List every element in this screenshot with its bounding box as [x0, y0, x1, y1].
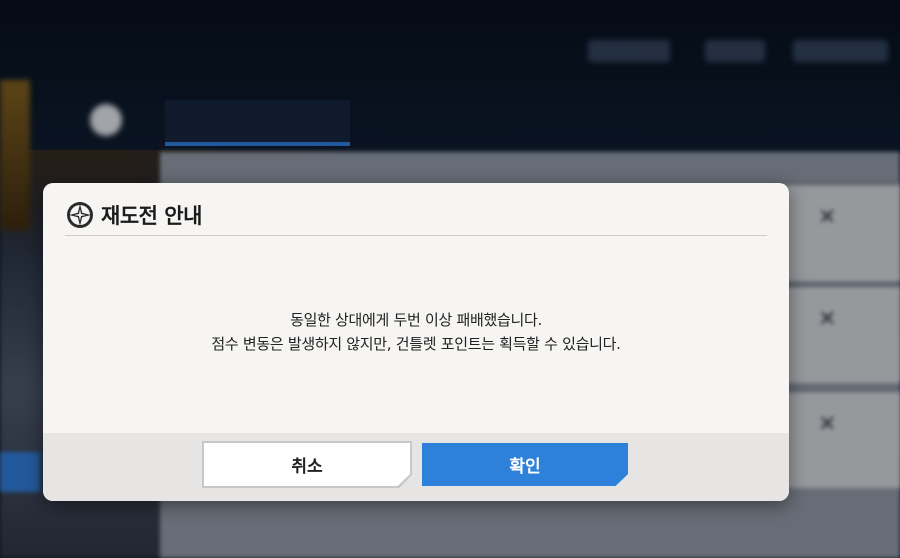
dialog-message: 동일한 상대에게 두번 이상 패배했습니다. 점수 변동은 발생하지 않지만, …: [43, 308, 789, 356]
header-divider: [65, 235, 767, 236]
retry-notice-dialog: 재도전 안내 동일한 상대에게 두번 이상 패배했습니다. 점수 변동은 발생하…: [43, 183, 789, 501]
compass-star-logo-icon: [67, 202, 93, 228]
message-line-1: 동일한 상대에게 두번 이상 패배했습니다.: [290, 311, 542, 329]
cancel-button[interactable]: 취소: [204, 443, 410, 486]
dialog-title: 재도전 안내: [101, 204, 202, 228]
dialog-header: 재도전 안내: [65, 195, 202, 235]
game-screen: ✕ ✕ ✕ 재도전 안내 동일한 상대에게 두번 이상 패배했습니다. 점수 변…: [0, 0, 900, 558]
dialog-footer: 취소 확인: [43, 433, 789, 501]
message-line-2: 점수 변동은 발생하지 않지만, 건틀렛 포인트는 획득할 수 있습니다.: [211, 335, 621, 353]
confirm-button[interactable]: 확인: [422, 443, 628, 486]
